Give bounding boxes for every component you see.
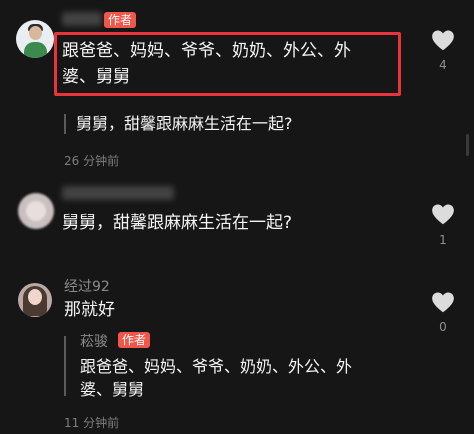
reply-divider [64, 336, 66, 396]
reply-divider [64, 114, 66, 134]
reply-text-line2: 婆、舅舅 [80, 380, 145, 399]
author-avatar[interactable] [16, 20, 54, 58]
comment-text: 那就好 [64, 300, 115, 320]
scrollbar[interactable] [466, 134, 469, 156]
blurred-username [62, 186, 174, 200]
user-avatar[interactable] [18, 193, 54, 229]
heart-outline-icon[interactable] [430, 290, 456, 314]
like-count: 0 [439, 320, 447, 334]
user-avatar[interactable] [18, 283, 52, 317]
username[interactable]: 经过92 [64, 276, 110, 296]
timestamp: 11 分钟前 [64, 416, 120, 430]
like-count: 4 [439, 58, 447, 72]
author-tag: 作者 [118, 332, 151, 348]
reply-username[interactable]: 菘骏 [80, 331, 108, 351]
heart-outline-icon[interactable] [430, 202, 456, 226]
highlight-box [54, 32, 401, 96]
like-count: 1 [439, 233, 447, 247]
timestamp: 26 分钟前 [64, 154, 120, 168]
blurred-username [62, 12, 102, 26]
comment-text: 舅舅，甜馨跟麻麻生活在一起? [62, 213, 293, 233]
author-tag: 作者 [104, 12, 137, 28]
reply-text: 舅舅，甜馨跟麻麻生活在一起? [76, 114, 293, 133]
heart-outline-icon[interactable] [430, 28, 456, 52]
